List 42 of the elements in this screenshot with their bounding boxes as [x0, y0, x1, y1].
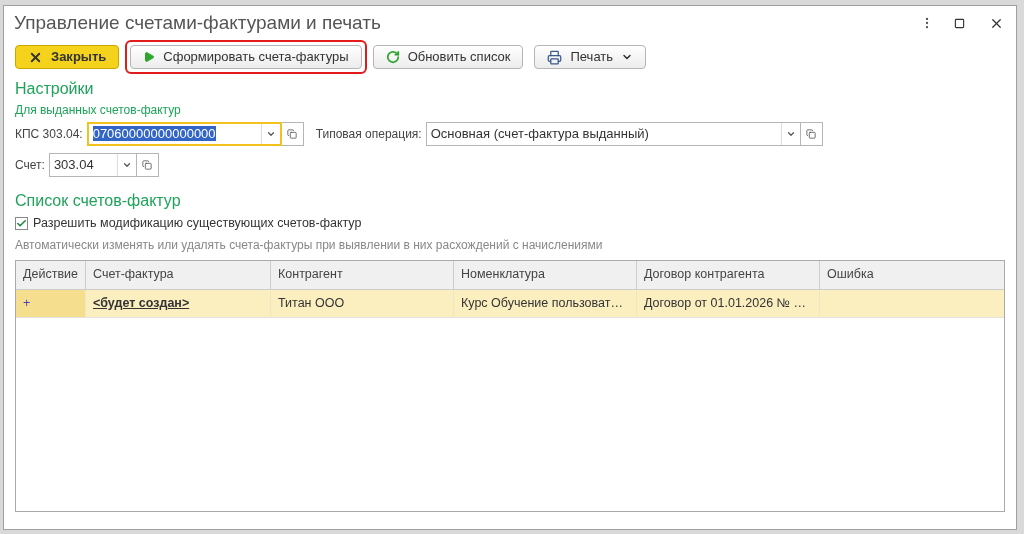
window-title: Управление счетами-фактурами и печать — [14, 10, 382, 35]
field-label: КПС 303.04: — [15, 126, 83, 143]
dropdown-icon[interactable] — [785, 129, 796, 139]
table-cell: <будет создан> — [86, 289, 271, 317]
dropdown-icon[interactable] — [265, 129, 276, 139]
refresh-button[interactable]: Обновить список — [372, 45, 524, 69]
section-heading: Настройки — [15, 79, 95, 99]
table-row[interactable]: + <будет создан> Титан ООО Курс Обучение пользоват… Договор от 01.01.2026 № … — [16, 289, 1004, 318]
field-label: Счет: — [15, 157, 45, 174]
combo-field[interactable]: Основная (счет-фактура выданный) — [425, 122, 801, 146]
column-header[interactable]: Номенклатура — [454, 260, 637, 289]
open-button[interactable] — [136, 153, 159, 177]
open-button[interactable] — [800, 122, 823, 146]
column-header[interactable]: Счет-фактура — [86, 260, 271, 289]
field-label: Типовая операция: — [315, 126, 422, 143]
dropdown-icon[interactable] — [121, 160, 132, 170]
group-heading: Для выданных счетов-фактур — [15, 102, 182, 119]
checkbox[interactable] — [15, 216, 28, 230]
maximize-icon[interactable] — [954, 17, 965, 29]
table-cell: + — [16, 289, 86, 317]
open-icon — [806, 129, 817, 139]
refresh-icon — [385, 50, 400, 64]
open-icon — [287, 129, 298, 139]
column-header[interactable]: Ошибка — [820, 260, 1004, 289]
table-cell: Курс Обучение пользоват… — [454, 289, 637, 317]
print-button[interactable]: Печать — [534, 45, 647, 69]
printer-icon — [547, 49, 563, 65]
column-header[interactable]: Договор контрагента — [637, 260, 820, 289]
close-button[interactable]: Закрыть — [15, 45, 120, 69]
run-button[interactable]: Сформировать счета-фактуры — [130, 45, 362, 69]
combo-field[interactable]: 303.04 — [48, 153, 137, 177]
column-header[interactable]: Действие — [16, 260, 86, 289]
section-heading: Список счетов-фактур — [15, 191, 182, 211]
table-cell: Договор от 01.01.2026 № … — [637, 289, 820, 317]
combo-field[interactable]: 07060000000000000 — [86, 122, 282, 146]
open-button[interactable] — [281, 122, 304, 146]
column-header[interactable]: Контрагент — [271, 260, 454, 289]
play-icon — [143, 51, 156, 63]
open-icon — [142, 160, 153, 170]
hint-text: Автоматически изменять или удалять счета-фактуры при выявлении в них расхождений с начислениями — [15, 236, 604, 254]
table-cell: Титан ООО — [271, 289, 454, 317]
checkbox-label: Разрешить модификацию существующих счетов-фактур — [33, 215, 362, 232]
